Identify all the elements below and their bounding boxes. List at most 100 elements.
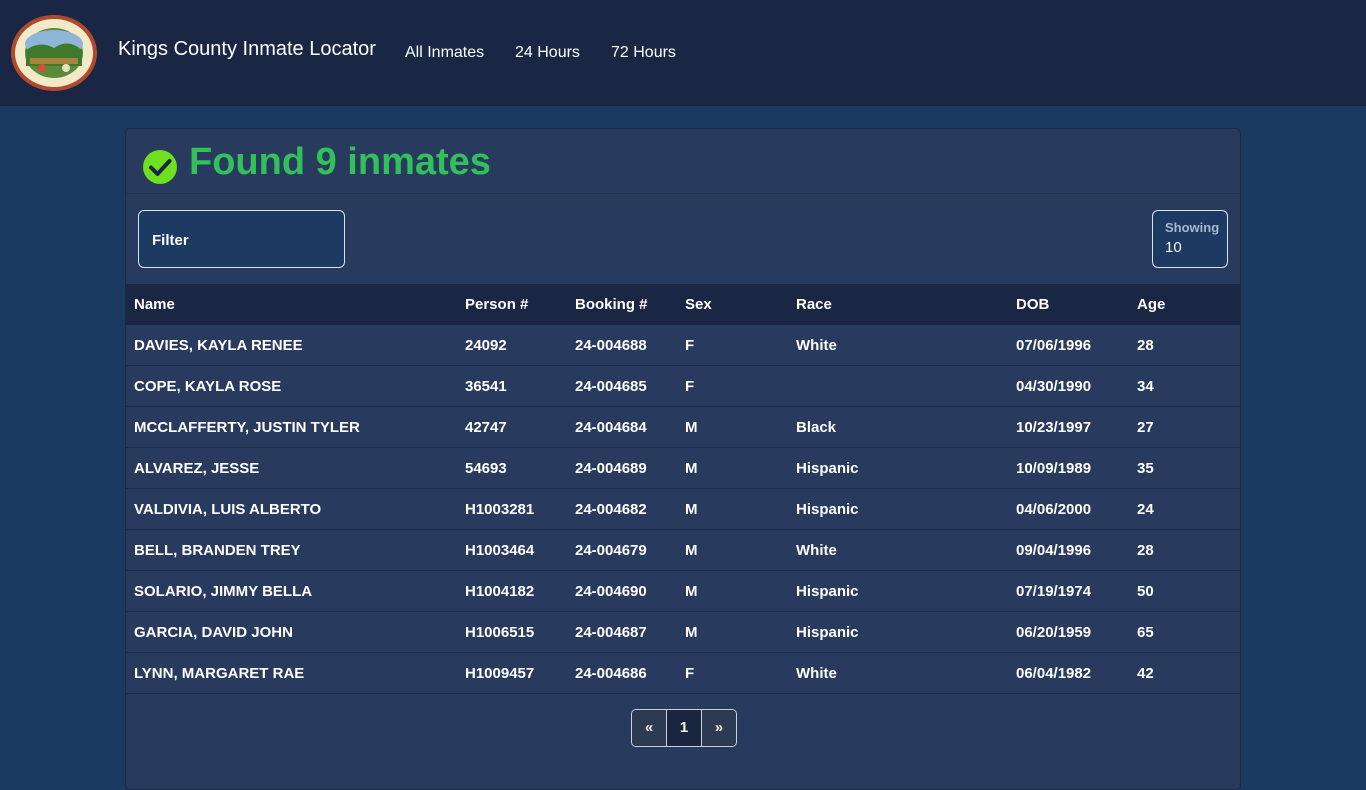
- pagination: « 1 »: [631, 709, 737, 747]
- cell-dob: 04/30/1990: [1008, 365, 1129, 407]
- cell-race: White: [788, 529, 1008, 571]
- cell-person-number: H1004182: [457, 570, 567, 612]
- table-row[interactable]: LYNN, MARGARET RAE H1009457 24-004686 F …: [126, 652, 1240, 694]
- results-header: Found 9 inmates: [126, 129, 1240, 194]
- table-row[interactable]: GARCIA, DAVID JOHN H1006515 24-004687 M …: [126, 611, 1240, 653]
- table-row[interactable]: VALDIVIA, LUIS ALBERTO H1003281 24-00468…: [126, 488, 1240, 530]
- nav-24-hours[interactable]: 24 Hours: [515, 44, 580, 62]
- pagination-page-button[interactable]: 1: [666, 710, 702, 746]
- cell-person-number: H1006515: [457, 611, 567, 653]
- cell-name[interactable]: SOLARIO, JIMMY BELLA: [126, 570, 457, 612]
- cell-sex: M: [677, 447, 788, 489]
- table-row[interactable]: ALVAREZ, JESSE 54693 24-004689 M Hispani…: [126, 447, 1240, 489]
- cell-booking-number: 24-004690: [567, 570, 677, 612]
- cell-age: 35: [1129, 447, 1240, 489]
- cell-dob: 09/04/1996: [1008, 529, 1129, 571]
- cell-person-number: 36541: [457, 365, 567, 407]
- cell-sex: M: [677, 529, 788, 571]
- site-brand[interactable]: Kings County Inmate Locator: [118, 38, 376, 61]
- cell-age: 24: [1129, 488, 1240, 530]
- table-row[interactable]: MCCLAFFERTY, JUSTIN TYLER 42747 24-00468…: [126, 406, 1240, 448]
- cell-dob: 06/20/1959: [1008, 611, 1129, 653]
- top-navbar: Kings County Inmate Locator All Inmates …: [0, 0, 1366, 106]
- cell-name[interactable]: GARCIA, DAVID JOHN: [126, 611, 457, 653]
- cell-person-number: H1003281: [457, 488, 567, 530]
- cell-race: Hispanic: [788, 570, 1008, 612]
- cell-booking-number: 24-004687: [567, 611, 677, 653]
- cell-race: Black: [788, 406, 1008, 448]
- column-header-age[interactable]: Age: [1129, 284, 1240, 325]
- cell-race: Hispanic: [788, 447, 1008, 489]
- page-size-value: 10: [1165, 239, 1182, 256]
- cell-race: Hispanic: [788, 611, 1008, 653]
- results-title: Found 9 inmates: [189, 141, 491, 183]
- table-row[interactable]: DAVIES, KAYLA RENEE 24092 24-004688 F Wh…: [126, 325, 1240, 366]
- cell-dob: 04/06/2000: [1008, 488, 1129, 530]
- cell-name[interactable]: DAVIES, KAYLA RENEE: [126, 325, 457, 366]
- cell-dob: 07/19/1974: [1008, 570, 1129, 612]
- cell-race: White: [788, 652, 1008, 694]
- cell-age: 34: [1129, 365, 1240, 407]
- table-row[interactable]: SOLARIO, JIMMY BELLA H1004182 24-004690 …: [126, 570, 1240, 612]
- column-header-booking-number[interactable]: Booking #: [567, 284, 677, 325]
- cell-sex: F: [677, 652, 788, 694]
- cell-age: 42: [1129, 652, 1240, 694]
- county-seal-icon[interactable]: [10, 14, 98, 92]
- filter-input[interactable]: Filter: [138, 210, 345, 268]
- page-size-select[interactable]: Showing 10: [1152, 210, 1228, 268]
- pagination-prev-button[interactable]: «: [632, 710, 666, 746]
- cell-booking-number: 24-004685: [567, 365, 677, 407]
- results-card: Found 9 inmates Filter Showing 10 Name P…: [125, 128, 1241, 790]
- cell-booking-number: 24-004688: [567, 325, 677, 366]
- table-header-row: Name Person # Booking # Sex Race DOB Age: [126, 284, 1240, 325]
- cell-dob: 10/09/1989: [1008, 447, 1129, 489]
- cell-person-number: 24092: [457, 325, 567, 366]
- check-circle-icon: [143, 150, 177, 184]
- column-header-dob[interactable]: DOB: [1008, 284, 1129, 325]
- filter-label: Filter: [152, 232, 189, 249]
- cell-sex: M: [677, 488, 788, 530]
- cell-dob: 06/04/1982: [1008, 652, 1129, 694]
- cell-dob: 10/23/1997: [1008, 406, 1129, 448]
- cell-person-number: H1003464: [457, 529, 567, 571]
- cell-race: Hispanic: [788, 488, 1008, 530]
- cell-booking-number: 24-004684: [567, 406, 677, 448]
- cell-sex: M: [677, 611, 788, 653]
- cell-name[interactable]: MCCLAFFERTY, JUSTIN TYLER: [126, 406, 457, 448]
- cell-age: 65: [1129, 611, 1240, 653]
- cell-sex: F: [677, 365, 788, 407]
- cell-dob: 07/06/1996: [1008, 325, 1129, 366]
- cell-age: 28: [1129, 529, 1240, 571]
- nav-72-hours[interactable]: 72 Hours: [611, 44, 676, 62]
- column-header-name[interactable]: Name: [126, 284, 457, 325]
- cell-person-number: H1009457: [457, 652, 567, 694]
- cell-name[interactable]: VALDIVIA, LUIS ALBERTO: [126, 488, 457, 530]
- cell-name[interactable]: LYNN, MARGARET RAE: [126, 652, 457, 694]
- cell-booking-number: 24-004689: [567, 447, 677, 489]
- nav-all-inmates[interactable]: All Inmates: [405, 44, 484, 62]
- cell-sex: M: [677, 570, 788, 612]
- cell-sex: M: [677, 406, 788, 448]
- cell-booking-number: 24-004682: [567, 488, 677, 530]
- column-header-race[interactable]: Race: [788, 284, 1008, 325]
- cell-name[interactable]: BELL, BRANDEN TREY: [126, 529, 457, 571]
- cell-race: [788, 365, 1008, 407]
- cell-age: 28: [1129, 325, 1240, 366]
- cell-booking-number: 24-004686: [567, 652, 677, 694]
- table-row[interactable]: BELL, BRANDEN TREY H1003464 24-004679 M …: [126, 529, 1240, 571]
- cell-person-number: 42747: [457, 406, 567, 448]
- cell-name[interactable]: ALVAREZ, JESSE: [126, 447, 457, 489]
- cell-sex: F: [677, 325, 788, 366]
- cell-age: 50: [1129, 570, 1240, 612]
- table-row[interactable]: COPE, KAYLA ROSE 36541 24-004685 F 04/30…: [126, 365, 1240, 407]
- cell-booking-number: 24-004679: [567, 529, 677, 571]
- cell-age: 27: [1129, 406, 1240, 448]
- page-size-label: Showing: [1165, 220, 1220, 235]
- cell-person-number: 54693: [457, 447, 567, 489]
- cell-name[interactable]: COPE, KAYLA ROSE: [126, 365, 457, 407]
- inmates-table: Name Person # Booking # Sex Race DOB Age…: [126, 284, 1240, 694]
- column-header-sex[interactable]: Sex: [677, 284, 788, 325]
- column-header-person-number[interactable]: Person #: [457, 284, 567, 325]
- cell-race: White: [788, 325, 1008, 366]
- pagination-next-button[interactable]: »: [702, 710, 736, 746]
